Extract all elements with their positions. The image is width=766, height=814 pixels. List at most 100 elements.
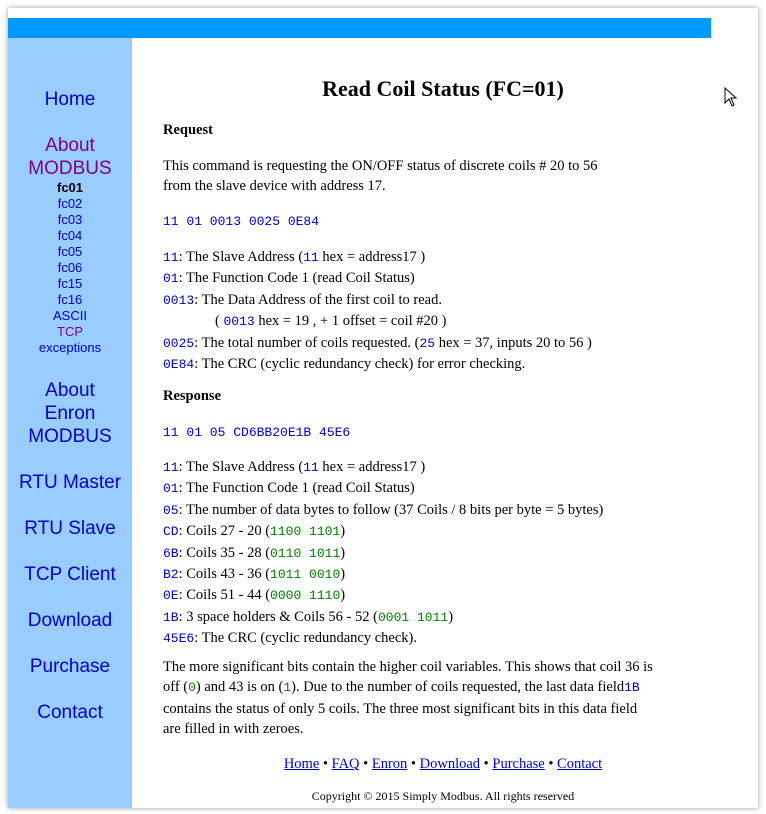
resp-text: : Coils 27 - 20 ( bbox=[178, 523, 271, 540]
resp-text: ) bbox=[448, 608, 454, 625]
request-desc-line1: This command is requesting the ON/OFF st… bbox=[163, 158, 598, 174]
nav-enron-line2: Enron bbox=[44, 403, 96, 424]
nav-exceptions[interactable]: exceptions bbox=[8, 340, 132, 356]
req-code: 0013 bbox=[223, 314, 255, 330]
nav-fc06[interactable]: fc06 bbox=[8, 260, 132, 276]
top-banner-bar bbox=[8, 18, 711, 38]
footer-link-purchase[interactable]: Purchase bbox=[492, 756, 544, 772]
resp-text: : Coils 35 - 28 ( bbox=[178, 544, 271, 561]
nav-ascii[interactable]: ASCII bbox=[8, 308, 132, 324]
resp-code: 11 bbox=[303, 460, 319, 475]
footer-separator: • bbox=[480, 756, 493, 772]
note-line: contains the status of only 5 coils. The… bbox=[163, 700, 638, 717]
resp-text: ) bbox=[340, 566, 346, 583]
req-text: : The total number of coils requested. ( bbox=[194, 334, 420, 351]
resp-code: 6B bbox=[163, 545, 179, 561]
resp-line-function: 01: The Function Code 1 (read Coil Statu… bbox=[163, 478, 723, 499]
nav-about-modbus[interactable]: About MODBUS bbox=[8, 134, 132, 180]
req-line-crc: 0E84: The CRC (cyclic redundancy check) … bbox=[163, 354, 723, 375]
resp-code: 11 bbox=[163, 460, 179, 475]
footer-link-download[interactable]: Download bbox=[420, 756, 480, 772]
resp-bits: 1011 0010 bbox=[270, 567, 341, 583]
req-text: : The Slave Address ( bbox=[178, 249, 304, 265]
resp-line-6b: 6B: Coils 35 - 28 (0110 1011) bbox=[163, 543, 723, 564]
resp-line-crc: 45E6: The CRC (cyclic redundancy check). bbox=[163, 628, 723, 649]
req-line-address-detail: ( 0013 hex = 19 , + 1 offset = coil #20 … bbox=[163, 311, 723, 332]
req-line-count: 0025: The total number of coils requeste… bbox=[163, 333, 723, 354]
resp-line-1b: 1B: 3 space holders & Coils 56 - 52 (000… bbox=[163, 607, 723, 628]
resp-line-0e: 0E: Coils 51 - 44 (0000 1110) bbox=[163, 585, 723, 606]
req-code: 25 bbox=[419, 335, 436, 351]
resp-text: : The Slave Address ( bbox=[178, 459, 304, 475]
resp-code: 1B bbox=[163, 609, 179, 625]
resp-code: CD bbox=[163, 524, 179, 540]
nav-purchase[interactable]: Purchase bbox=[8, 655, 132, 678]
resp-text: : Coils 43 - 36 ( bbox=[178, 566, 271, 583]
request-hex-string: 11 01 0013 0025 0E84 bbox=[163, 214, 320, 229]
note-text: ). Due to the number of coils requested,… bbox=[291, 679, 625, 696]
request-breakdown: 11: The Slave Address (11 hex = address1… bbox=[163, 247, 723, 375]
req-text: : The Function Code 1 (read Coil Status) bbox=[178, 270, 415, 287]
page-title: Read Coil Status (FC=01) bbox=[322, 76, 564, 101]
footer-separator: • bbox=[359, 756, 372, 772]
note-line: The more significant bits contain the hi… bbox=[163, 659, 653, 675]
function-code-submenu: fc01 fc02 fc03 fc04 fc05 fc06 fc15 fc16 … bbox=[8, 180, 132, 356]
resp-bits: 0110 1011 bbox=[270, 545, 341, 561]
nav-contact[interactable]: Contact bbox=[8, 701, 132, 724]
resp-text: ) bbox=[340, 544, 346, 561]
note-text: off ( bbox=[163, 679, 189, 696]
resp-text: : The Function Code 1 (read Coil Status) bbox=[178, 480, 415, 497]
footer-separator: • bbox=[544, 756, 558, 772]
footer-link-home[interactable]: Home bbox=[284, 756, 319, 772]
note-line: are filled in with zeroes. bbox=[163, 721, 304, 738]
resp-code: 05 bbox=[163, 502, 179, 518]
nav-rtu-slave[interactable]: RTU Slave bbox=[8, 517, 132, 540]
nav-home[interactable]: Home bbox=[8, 88, 132, 111]
nav-download[interactable]: Download bbox=[8, 609, 132, 632]
req-line-function: 01: The Function Code 1 (read Coil Statu… bbox=[163, 268, 723, 289]
resp-code: 0E bbox=[163, 588, 179, 604]
nav-tcp[interactable]: TCP bbox=[8, 324, 132, 340]
mouse-pointer-icon bbox=[724, 87, 738, 107]
sidebar-nav: Home About MODBUS fc01 fc02 fc03 fc04 fc… bbox=[8, 38, 132, 808]
nav-about-enron[interactable]: About Enron MODBUS bbox=[8, 379, 132, 448]
nav-fc03[interactable]: fc03 bbox=[8, 212, 132, 228]
req-line-address: 0013: The Data Address of the first coil… bbox=[163, 290, 723, 311]
footer-link-enron[interactable]: Enron bbox=[372, 756, 407, 772]
nav-fc15[interactable]: fc15 bbox=[8, 276, 132, 292]
resp-line-slave: 11: The Slave Address (11 hex = address1… bbox=[163, 457, 723, 478]
footer-separator: • bbox=[407, 756, 420, 772]
nav-fc16[interactable]: fc16 bbox=[8, 292, 132, 308]
nav-fc01: fc01 bbox=[56, 180, 84, 195]
nav-fc02[interactable]: fc02 bbox=[8, 196, 132, 212]
resp-line-cd: CD: Coils 27 - 20 (1100 1101) bbox=[163, 521, 723, 542]
resp-text: : The number of data bytes to follow (37… bbox=[178, 501, 604, 518]
response-hex-string: 11 01 05 CD6BB20E1B 45E6 bbox=[163, 425, 351, 440]
req-code: 0013 bbox=[163, 292, 195, 308]
req-code: 01 bbox=[163, 271, 179, 287]
nav-fc05[interactable]: fc05 bbox=[8, 244, 132, 260]
nav-tcp-client[interactable]: TCP Client bbox=[8, 563, 132, 586]
resp-text: ) bbox=[340, 523, 346, 540]
note-bit-one: 1 bbox=[283, 680, 292, 696]
footer-link-faq[interactable]: FAQ bbox=[332, 756, 360, 772]
response-heading: Response bbox=[163, 388, 222, 404]
resp-bits: 0000 1110 bbox=[270, 588, 341, 604]
footer-link-contact[interactable]: Contact bbox=[557, 756, 602, 772]
browser-page: Home About MODBUS fc01 fc02 fc03 fc04 fc… bbox=[8, 8, 758, 808]
nav-rtu-master[interactable]: RTU Master bbox=[8, 471, 132, 494]
explanation-paragraph: The more significant bits contain the hi… bbox=[163, 657, 723, 740]
nav-fc04[interactable]: fc04 bbox=[8, 228, 132, 244]
note-bit-zero: 0 bbox=[188, 680, 196, 696]
nav-enron-line3: MODBUS bbox=[28, 426, 112, 447]
resp-code: 01 bbox=[163, 481, 179, 497]
req-line-slave: 11: The Slave Address (11 hex = address1… bbox=[163, 247, 723, 268]
request-hex: 11 01 0013 0025 0E84 bbox=[163, 211, 723, 232]
resp-bits: 1100 1101 bbox=[270, 524, 341, 540]
req-code: 11 bbox=[163, 250, 179, 265]
note-line: off (0) and 43 is on (1). Due to the num… bbox=[163, 677, 723, 698]
copyright-text: Copyright © 2015 Simply Modbus. All righ… bbox=[311, 789, 575, 803]
nav-enron-line1: About bbox=[45, 380, 95, 401]
resp-line-bytecount: 05: The number of data bytes to follow (… bbox=[163, 500, 723, 521]
footer-separator: • bbox=[319, 756, 332, 772]
